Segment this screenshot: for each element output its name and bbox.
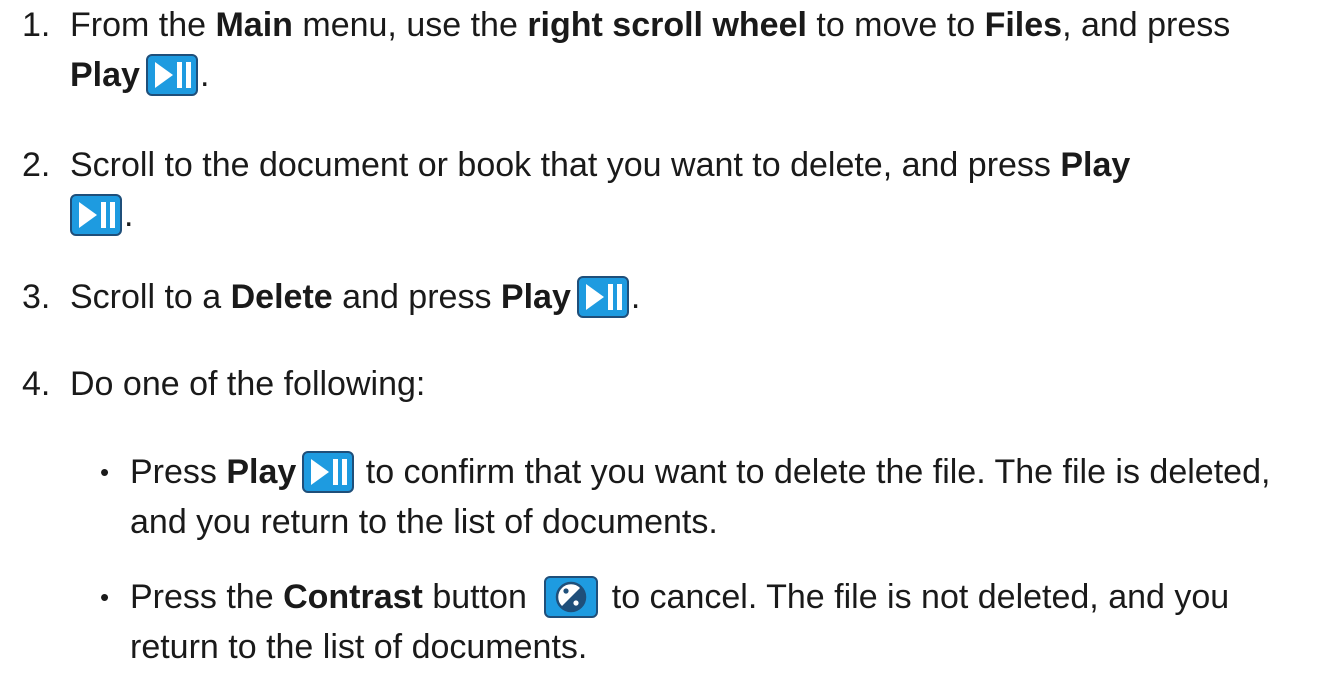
step-4: 4. Do one of the following: xyxy=(22,359,1292,409)
play-pause-icon xyxy=(576,276,629,318)
contrast-icon xyxy=(544,576,599,618)
bullet-marker: • xyxy=(100,457,110,487)
bullet-marker: • xyxy=(100,582,110,612)
step-1: 1. From the Main menu, use the right scr… xyxy=(22,0,1292,100)
step-2: 2. Scroll to the document or book that y… xyxy=(22,140,1292,240)
step-number: 2. xyxy=(22,146,51,184)
play-pause-icon xyxy=(302,451,355,493)
step-number: 4. xyxy=(22,365,51,403)
step-text: Scroll to a Delete and press Play . xyxy=(70,276,641,318)
play-pause-icon xyxy=(145,54,198,96)
step-3: 3. Scroll to a Delete and press Play . xyxy=(22,272,1292,322)
step-text: Do one of the following: xyxy=(70,365,426,403)
bullet-text: Press Play to confirm that you want to d… xyxy=(130,451,1271,541)
bullet-item-cancel: • Press the Contrast button to cancel. T… xyxy=(100,572,1300,672)
step-number: 3. xyxy=(22,278,51,316)
bullet-item-confirm: • Press Play to confirm that you want to… xyxy=(100,447,1300,547)
step-text: From the Main menu, use the right scroll… xyxy=(70,6,1231,96)
bullet-text: Press the Contrast button to cancel. The… xyxy=(130,576,1230,666)
step-number: 1. xyxy=(22,6,51,44)
play-pause-icon xyxy=(70,194,122,236)
step-text: Scroll to the document or book that you … xyxy=(70,146,1131,236)
